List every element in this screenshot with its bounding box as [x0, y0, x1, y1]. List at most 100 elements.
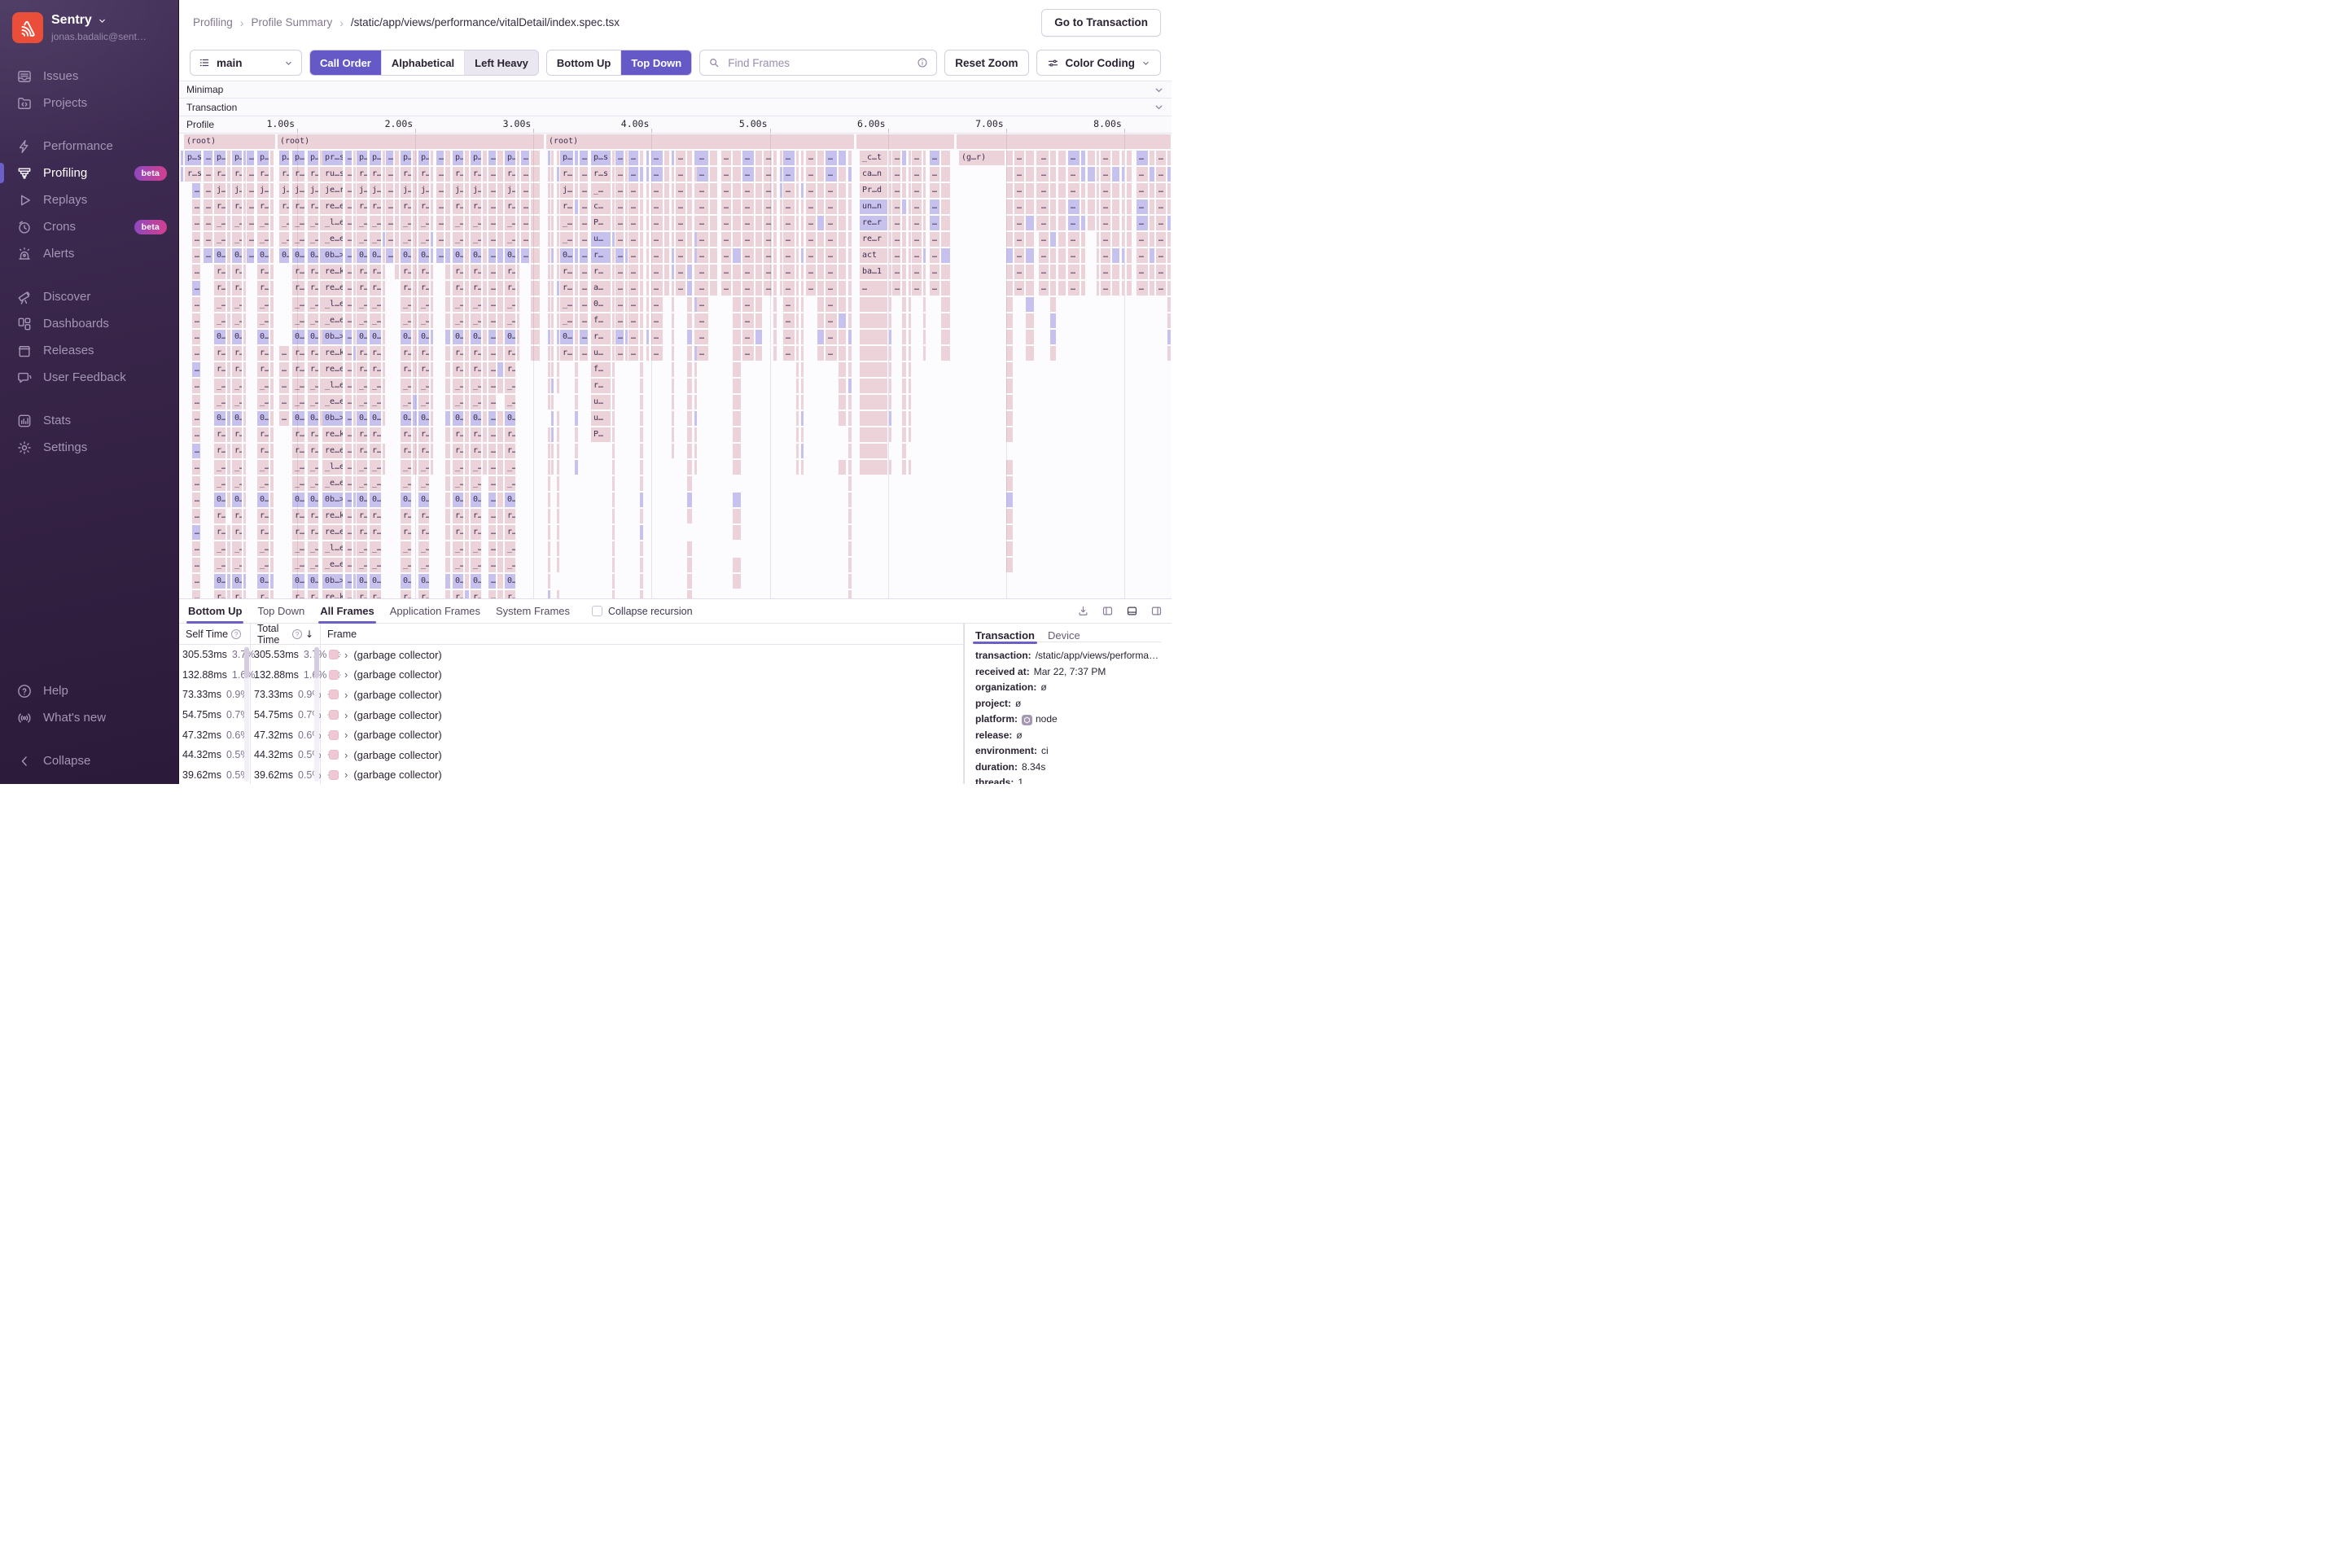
flame-frame[interactable] — [817, 199, 824, 214]
flame-frame[interactable] — [625, 248, 628, 263]
flame-frame[interactable] — [465, 476, 469, 491]
flame-frame[interactable]: _… — [214, 379, 226, 393]
flame-frame[interactable]: … — [192, 541, 200, 556]
flame-frame[interactable] — [517, 167, 519, 182]
flame-frame[interactable]: … — [279, 379, 289, 393]
flame-frame[interactable] — [353, 313, 356, 328]
flame-frame[interactable]: … — [345, 558, 352, 572]
flame-frame[interactable] — [551, 167, 554, 182]
flame-frame[interactable] — [672, 232, 674, 247]
flame-frame[interactable]: _… — [453, 460, 463, 475]
flame-frame[interactable]: … — [488, 248, 496, 263]
flame-frame[interactable]: _…e — [257, 216, 269, 230]
flame-frame[interactable] — [497, 460, 503, 475]
flame-frame[interactable]: … — [930, 248, 939, 263]
flame-frame[interactable]: _… — [370, 558, 381, 572]
flame-frame[interactable]: … — [1136, 281, 1148, 296]
flame-frame[interactable] — [839, 330, 847, 344]
flame-frame[interactable]: … — [488, 167, 496, 182]
flame-frame[interactable] — [551, 444, 554, 458]
flame-frame[interactable] — [801, 199, 804, 214]
flame-frame[interactable] — [551, 232, 554, 247]
flame-frame[interactable] — [801, 362, 804, 377]
flame-frame[interactable]: j… — [401, 183, 411, 198]
flame-frame[interactable] — [612, 411, 615, 426]
flame-frame[interactable] — [848, 281, 852, 296]
flame-frame[interactable] — [227, 232, 230, 247]
flame-frame[interactable] — [483, 248, 487, 263]
flame-frame[interactable]: r… — [357, 167, 367, 182]
flame-frame[interactable]: … — [826, 183, 837, 198]
flame-frame[interactable] — [413, 395, 417, 410]
flame-frame[interactable]: … — [1101, 265, 1110, 279]
flame-frame[interactable] — [640, 297, 644, 312]
flame-frame[interactable] — [465, 427, 469, 442]
flame-frame[interactable] — [557, 183, 559, 198]
chevron-right-icon[interactable]: › — [344, 749, 348, 761]
flame-frame[interactable] — [672, 427, 674, 442]
flame-frame[interactable]: r… — [214, 444, 226, 458]
flame-frame[interactable] — [1088, 151, 1095, 165]
flame-frame[interactable] — [1036, 199, 1039, 214]
flame-frame[interactable] — [395, 167, 399, 182]
flame-frame[interactable] — [395, 183, 399, 198]
flame-frame[interactable]: r…k — [257, 346, 269, 361]
flame-frame[interactable]: re…e — [322, 362, 343, 377]
flame-frame[interactable] — [320, 167, 322, 182]
flame-frame[interactable]: … — [192, 281, 200, 296]
flame-frame[interactable] — [625, 151, 628, 165]
flame-frame[interactable] — [1006, 362, 1013, 377]
sort-desc-icon[interactable]: ↓ — [305, 629, 313, 640]
flame-frame[interactable]: r… — [505, 362, 515, 377]
flame-frame[interactable] — [270, 558, 274, 572]
flame-frame[interactable]: … — [192, 558, 200, 572]
flame-frame[interactable] — [909, 248, 911, 263]
flame-frame[interactable]: … — [345, 525, 352, 540]
flame-frame[interactable]: r… — [232, 346, 242, 361]
flame-frame[interactable]: r… — [357, 199, 367, 214]
flame-frame[interactable] — [353, 509, 356, 523]
flame-frame[interactable] — [640, 199, 644, 214]
flame-frame[interactable]: … — [345, 265, 352, 279]
flame-frame[interactable]: r… — [214, 509, 226, 523]
flame-frame[interactable]: j… — [232, 183, 242, 198]
flame-frame[interactable] — [1058, 216, 1066, 230]
flame-frame[interactable] — [1150, 216, 1154, 230]
flame-frame[interactable] — [694, 427, 697, 442]
flame-frame[interactable]: r… — [418, 362, 429, 377]
flame-frame[interactable]: j… — [370, 183, 381, 198]
flame-frame[interactable] — [1006, 313, 1013, 328]
flame-frame[interactable] — [557, 558, 559, 572]
flame-frame[interactable] — [687, 493, 693, 507]
flame-frame[interactable] — [483, 427, 487, 442]
flame-frame[interactable] — [548, 232, 550, 247]
flame-frame[interactable] — [672, 297, 674, 312]
flame-frame[interactable]: … — [345, 541, 352, 556]
flame-frame[interactable] — [270, 509, 274, 523]
flame-frame[interactable] — [733, 281, 741, 296]
flame-frame[interactable]: 0… — [453, 411, 463, 426]
flame-frame[interactable]: _… — [308, 379, 318, 393]
flame-frame[interactable] — [517, 232, 519, 247]
flame-frame[interactable]: … — [742, 199, 754, 214]
flame-frame[interactable]: r… — [401, 362, 411, 377]
flame-frame[interactable]: … — [488, 281, 496, 296]
flame-frame[interactable] — [1081, 183, 1085, 198]
flame-frame[interactable] — [320, 248, 322, 263]
flame-frame[interactable]: … — [1068, 232, 1080, 247]
flame-frame[interactable] — [243, 232, 246, 247]
flame-frame[interactable]: … — [345, 427, 352, 442]
flame-frame[interactable]: 0b…> — [322, 330, 343, 344]
flame-frame[interactable]: 0… — [370, 411, 381, 426]
flame-frame[interactable]: r…k — [257, 265, 269, 279]
flame-frame[interactable] — [517, 151, 519, 165]
flame-frame[interactable] — [383, 395, 385, 410]
flame-frame[interactable] — [431, 379, 434, 393]
flame-frame[interactable] — [646, 248, 649, 263]
flame-frame[interactable]: _…e — [257, 379, 269, 393]
sentry-logo[interactable] — [12, 12, 43, 43]
flame-frame[interactable] — [796, 313, 799, 328]
flame-frame[interactable]: … — [345, 590, 352, 598]
flame-frame[interactable] — [445, 313, 451, 328]
flame-frame[interactable] — [773, 313, 777, 328]
